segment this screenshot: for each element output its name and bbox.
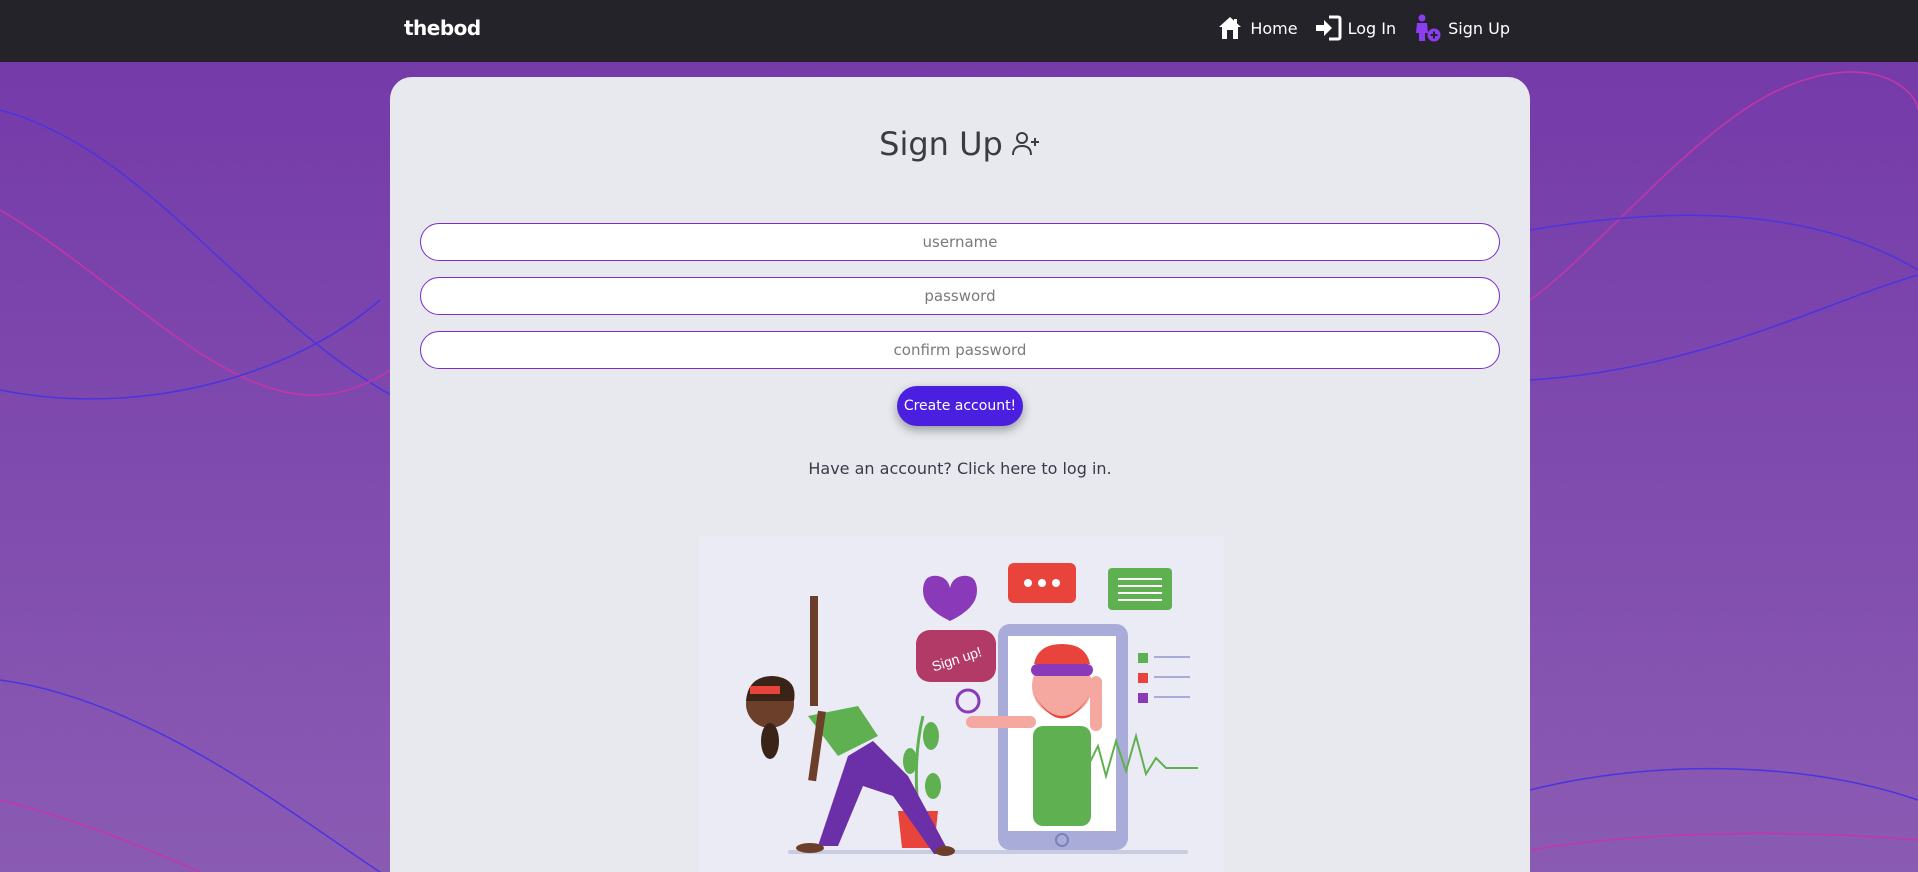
fitness-illustration: Sign up!: [746, 563, 1198, 856]
user-plus-icon: [1416, 14, 1441, 42]
nav-signup-link[interactable]: Sign Up: [1412, 13, 1510, 43]
login-icon: [1315, 15, 1342, 41]
nav-signup-label: Sign Up: [1448, 18, 1510, 38]
username-input[interactable]: [420, 223, 1500, 261]
nav-links: Home Log In Sign Up: [1216, 13, 1510, 43]
create-account-button[interactable]: Create account!: [897, 386, 1023, 426]
signup-card: Sign Up Create account! Have an account?…: [390, 77, 1530, 872]
nav-login-link[interactable]: Log In: [1314, 14, 1397, 42]
home-icon: [1219, 17, 1242, 39]
login-link[interactable]: Have an account? Click here to log in.: [390, 459, 1530, 478]
nav-login-label: Log In: [1347, 18, 1397, 38]
brand-logo[interactable]: thebod: [404, 16, 481, 40]
signup-illustration: Sign up!: [698, 536, 1224, 872]
confirm-password-input[interactable]: [420, 331, 1500, 369]
nav-home-link[interactable]: Home: [1216, 14, 1298, 42]
title-row: Sign Up: [390, 125, 1530, 163]
password-input[interactable]: [420, 277, 1500, 315]
page-title: Sign Up: [879, 125, 1003, 163]
user-plus-outline-icon: [1011, 132, 1039, 156]
nav-home-label: Home: [1250, 18, 1298, 38]
top-navbar: thebod Home Log In Sign Up: [0, 0, 1918, 62]
